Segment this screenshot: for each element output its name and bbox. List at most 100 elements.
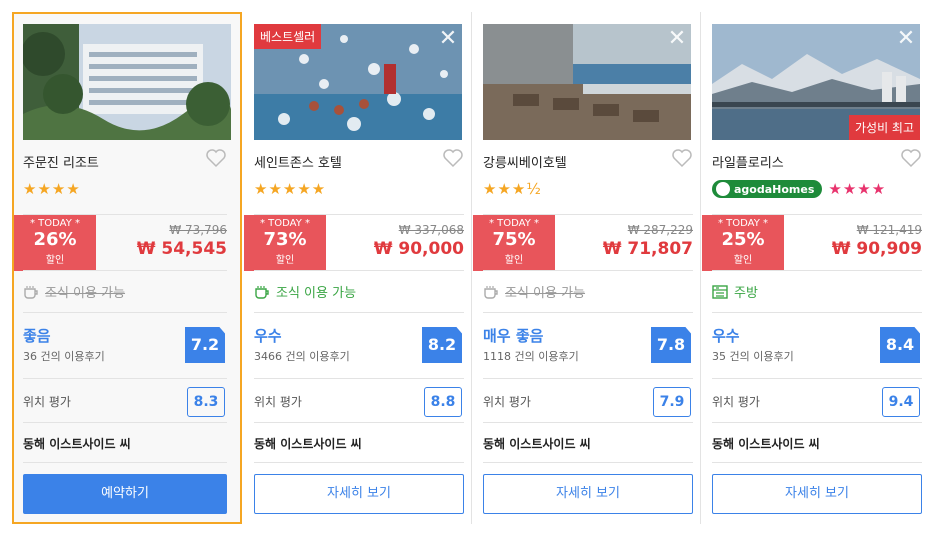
review-count[interactable]: 3466 건의 이용후기 [254, 348, 350, 364]
area-name: 동해 이스트사이드 씨 [254, 422, 464, 462]
review-grade: 매우 좋음 [483, 327, 544, 345]
heart-icon[interactable] [442, 148, 464, 168]
amenity-row: 조식 이용 가능 [483, 270, 693, 312]
hotel-name[interactable]: 주문진 리조트 [23, 152, 99, 171]
today-discount-badge: * TODAY * 75% 할인 [473, 215, 555, 271]
discount-label: 할인 [504, 255, 524, 266]
location-score-badge: 9.4 [882, 387, 920, 417]
hotel-card[interactable]: 베스트셀러 ✕ 세인트존스 호텔 ★★★★★ * TODAY * 73% 할인 … [244, 12, 474, 524]
review-score-row: 좋음 36 건의 이용후기 7.2 [23, 312, 227, 378]
discount-label: 할인 [275, 255, 295, 266]
amenity-label: 조식 이용 가능 [276, 286, 357, 301]
discount-percent: 75% [492, 229, 536, 250]
location-score-badge: 8.3 [187, 387, 225, 417]
hotel-card-inner: ✕ 강릉씨베이호텔 ★★★½ * TODAY * 75% 할인 ₩ 287,22… [473, 12, 693, 524]
details-button[interactable]: 자세히 보기 [483, 474, 693, 514]
details-button[interactable]: 자세히 보기 [254, 474, 464, 514]
amenity-label: 조식 이용 가능 [45, 286, 126, 301]
hotel-card[interactable]: 주문진 리조트 ★★★★ * TODAY * 26% 할인 ₩ 73,796 ₩… [12, 12, 242, 524]
sale-price: ₩ 71,807 [602, 239, 693, 259]
hotel-photo[interactable]: ✕ [483, 24, 691, 140]
review-grade: 좋음 [23, 327, 51, 345]
hotel-compare-row: 주문진 리조트 ★★★★ * TODAY * 26% 할인 ₩ 73,796 ₩… [0, 0, 937, 543]
review-score-badge: 8.2 [422, 327, 462, 363]
action-row: 자세히 보기 [712, 462, 922, 524]
action-row: 예약하기 [23, 462, 227, 524]
hotel-photo[interactable]: 베스트셀러 ✕ [254, 24, 462, 140]
review-score-badge: 7.2 [185, 327, 225, 363]
today-discount-badge: * TODAY * 26% 할인 [14, 215, 96, 271]
amenity-row: 조식 이용 가능 [254, 270, 464, 312]
best-value-badge: 가성비 최고 [848, 115, 920, 140]
location-row: 위치 평가 9.4 [712, 378, 922, 422]
discount-label: 할인 [45, 255, 65, 266]
hotel-name[interactable]: 강릉씨베이호텔 [483, 152, 567, 171]
area-name: 동해 이스트사이드 씨 [483, 422, 693, 462]
review-count[interactable]: 36 건의 이용후기 [23, 348, 105, 364]
details-button[interactable]: 자세히 보기 [712, 474, 922, 514]
hotel-card-inner: 베스트셀러 ✕ 세인트존스 호텔 ★★★★★ * TODAY * 73% 할인 … [244, 12, 464, 524]
hotel-name[interactable]: 라일플로리스 [712, 152, 784, 171]
original-price: ₩ 337,068 [398, 223, 464, 237]
agoda-homes-row: agodaHomes ★★★★ [712, 180, 886, 198]
location-score-badge: 7.9 [653, 387, 691, 417]
coffee-cup-icon [24, 285, 38, 299]
hotel-card[interactable]: ✕ 강릉씨베이호텔 ★★★½ * TODAY * 75% 할인 ₩ 287,22… [471, 12, 703, 524]
price-row: * TODAY * 73% 할인 ₩ 337,068 ₩ 90,000 [244, 214, 464, 271]
area-name: 동해 이스트사이드 씨 [23, 422, 227, 462]
star-rating: ★★★½ [483, 180, 542, 198]
discount-label: 할인 [733, 255, 753, 266]
discount-percent: 25% [721, 229, 765, 250]
price-row: * TODAY * 26% 할인 ₩ 73,796 ₩ 54,545 [14, 214, 227, 271]
review-count[interactable]: 35 건의 이용후기 [712, 348, 794, 364]
price-row: * TODAY * 25% 할인 ₩ 121,419 ₩ 90,909 [702, 214, 922, 271]
hotel-card[interactable]: ✕ 가성비 최고 라일플로리스 agodaHomes ★★★★ * TODAY … [700, 12, 932, 524]
star-rating: ★★★★ [23, 180, 81, 198]
amenity-row: 조식 이용 가능 [23, 270, 227, 312]
heart-icon[interactable] [205, 148, 227, 168]
original-price: ₩ 287,229 [627, 223, 693, 237]
kitchen-icon [712, 284, 728, 299]
today-label: * TODAY * [488, 218, 540, 229]
sale-price: ₩ 90,000 [373, 239, 464, 259]
location-label: 위치 평가 [483, 395, 531, 409]
close-icon[interactable]: ✕ [436, 28, 460, 52]
review-grade: 우수 [254, 327, 282, 345]
today-discount-badge: * TODAY * 73% 할인 [244, 215, 326, 271]
amenity-label: 주방 [734, 286, 758, 301]
hotel-photo[interactable] [23, 24, 231, 140]
close-icon[interactable]: ✕ [665, 28, 689, 52]
review-score-row: 우수 35 건의 이용후기 8.4 [712, 312, 922, 378]
heart-icon[interactable] [900, 148, 922, 168]
book-button[interactable]: 예약하기 [23, 474, 227, 514]
bestseller-badge: 베스트셀러 [254, 24, 322, 49]
hotel-card-inner: ✕ 가성비 최고 라일플로리스 agodaHomes ★★★★ * TODAY … [702, 12, 922, 524]
review-count[interactable]: 1118 건의 이용후기 [483, 348, 579, 364]
location-label: 위치 평가 [712, 395, 760, 409]
coffee-cup-icon [255, 285, 269, 299]
discount-percent: 73% [263, 229, 307, 250]
review-grade: 우수 [712, 327, 740, 345]
review-score-row: 우수 3466 건의 이용후기 8.2 [254, 312, 464, 378]
star-rating: ★★★★ [828, 180, 887, 198]
area-name: 동해 이스트사이드 씨 [712, 422, 922, 462]
hotel-name[interactable]: 세인트존스 호텔 [254, 152, 342, 171]
amenity-label: 조식 이용 가능 [505, 286, 586, 301]
today-label: * TODAY * [717, 218, 769, 229]
amenity-row: 주방 [712, 270, 922, 312]
action-row: 자세히 보기 [483, 462, 693, 524]
hotel-photo[interactable]: ✕ 가성비 최고 [712, 24, 920, 140]
sale-price: ₩ 90,909 [831, 239, 922, 259]
close-icon[interactable]: ✕ [894, 28, 918, 52]
discount-percent: 26% [33, 229, 77, 250]
original-price: ₩ 73,796 [169, 223, 227, 237]
heart-icon[interactable] [671, 148, 693, 168]
original-price: ₩ 121,419 [856, 223, 922, 237]
location-row: 위치 평가 7.9 [483, 378, 693, 422]
price-row: * TODAY * 75% 할인 ₩ 287,229 ₩ 71,807 [473, 214, 693, 271]
location-row: 위치 평가 8.8 [254, 378, 464, 422]
location-label: 위치 평가 [254, 395, 302, 409]
location-label: 위치 평가 [23, 395, 71, 409]
hotel-card-inner: 주문진 리조트 ★★★★ * TODAY * 26% 할인 ₩ 73,796 ₩… [14, 24, 231, 524]
coffee-cup-icon [484, 285, 498, 299]
